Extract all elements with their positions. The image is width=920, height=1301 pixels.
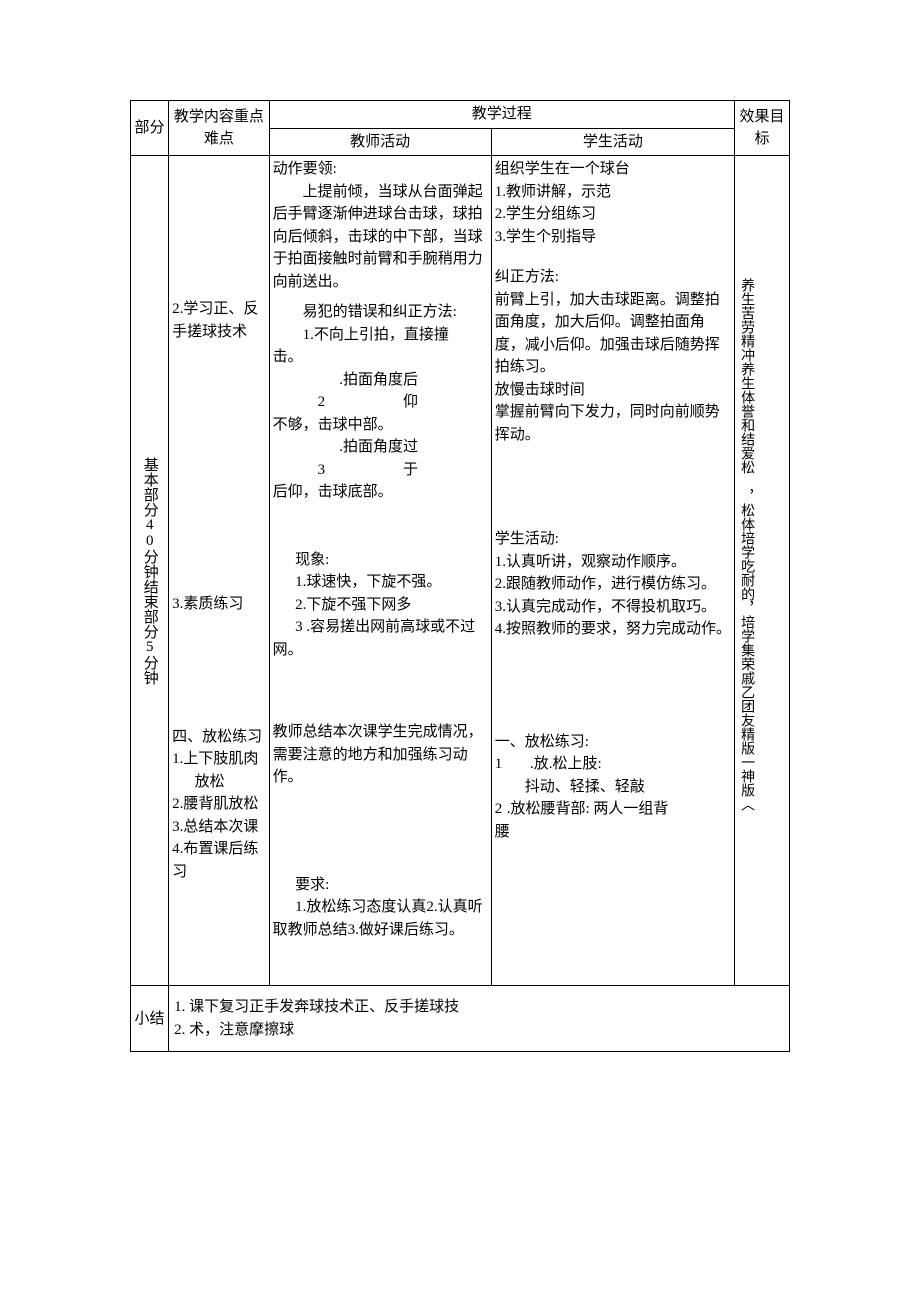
content-item-4-1: 1.上下肢肌肉 bbox=[172, 748, 265, 771]
sc-1n: 1 bbox=[495, 753, 507, 776]
sa-fix-body: 前臂上引，加大击球距离。调整拍面角度，加大后仰。调整拍面角度，减小后仰。加强击球… bbox=[495, 289, 731, 379]
lesson-plan-table: 部分 教学内容重点难点 教学过程 效果目标 教师活动 学生活动 基本部分40分钟… bbox=[130, 100, 790, 1052]
section-cell: 基本部分40分钟结束部分5分钟 bbox=[131, 156, 169, 986]
content-item-3: 3.素质练习 bbox=[172, 593, 265, 616]
body-row: 基本部分40分钟结束部分5分钟 2.学习正、反手搓球技术 3.素质练习 四、放松… bbox=[131, 156, 790, 986]
summary-content-cell: 1. 课下复习正手发奔球技术正、反手搓球技 2. 术，注意摩擦球 bbox=[169, 986, 790, 1052]
hdr-process: 教学过程 bbox=[269, 101, 734, 129]
sc-2n: 2 bbox=[495, 798, 507, 821]
hdr-teacher: 教师活动 bbox=[269, 128, 491, 156]
hdr-section: 部分 bbox=[131, 101, 169, 156]
ta-body1: 上提前倾，当球从台面弹起后手臂逐渐伸进球台击球，球拍向后倾斜，击球的中下部，当球… bbox=[273, 181, 488, 294]
content-item-4-1b: 放松 bbox=[172, 771, 265, 794]
sb-3: 3.认真完成动作，不得投机取巧。 bbox=[495, 596, 731, 619]
ta-title2: 易犯的错误和纠正方法: bbox=[273, 301, 488, 324]
content-item-4-2: 2.腰背肌放松 bbox=[172, 793, 265, 816]
summary-row: 小结 1. 课下复习正手发奔球技术正、反手搓球技 2. 术，注意摩擦球 bbox=[131, 986, 790, 1052]
sc-2: .放松腰背部: 两人一组背 bbox=[507, 798, 669, 821]
ta-err3b: 后仰，击球底部。 bbox=[273, 481, 488, 504]
summary-label-cell: 小结 bbox=[131, 986, 169, 1052]
content-item-4-title: 四、放松练习 bbox=[172, 726, 265, 749]
sa-org: 组织学生在一个球台 bbox=[495, 158, 731, 181]
summary-line-2: 2. 术，注意摩擦球 bbox=[174, 1019, 784, 1042]
sc-1: .放.松上肢: bbox=[507, 753, 602, 776]
sa-fix-slow: 放慢击球时间 bbox=[495, 379, 731, 402]
tb-title: 现象: bbox=[273, 549, 488, 572]
summary-label: 小结 bbox=[135, 1011, 165, 1027]
content-cell: 2.学习正、反手搓球技术 3.素质练习 四、放松练习 1.上下肢肌肉 放松 2.… bbox=[169, 156, 269, 986]
content-item-4-3: 3.总结本次课 bbox=[172, 816, 265, 839]
tb-2: 2.下旋不强下网多 bbox=[273, 594, 488, 617]
ta-err1b: 击。 bbox=[273, 346, 488, 369]
tc-body: 教师总结本次课学生完成情况，需要注意的地方和加强练习动作。 bbox=[273, 721, 488, 789]
content-item-2: 2.学习正、反手搓球技术 bbox=[172, 298, 265, 343]
section-label: 基本部分40分钟结束部分5分钟 bbox=[142, 457, 158, 685]
ta-err3n: 3 bbox=[295, 459, 313, 482]
summary-line-1: 1. 课下复习正手发奔球技术正、反手搓球技 bbox=[174, 996, 784, 1019]
hdr-content: 教学内容重点难点 bbox=[169, 101, 269, 156]
ta-title: 动作要领: bbox=[273, 158, 488, 181]
sa-1: 1.教师讲解，示范 bbox=[495, 181, 731, 204]
sa-2: 2.学生分组练习 bbox=[495, 203, 731, 226]
ta-err2n: 2 bbox=[295, 391, 313, 414]
effect-cell: 养生苦劳精冲养生体誉和结爱松 ，松体培学吃耐的，培学集荣戚乙团友精版一神版︿ bbox=[734, 156, 789, 986]
tb-3: 3 .容易搓出网前高球或不过网。 bbox=[273, 616, 488, 661]
sc-2b: 腰 bbox=[495, 821, 731, 844]
hdr-effect: 效果目标 bbox=[734, 101, 789, 156]
sa-3: 3.学生个别指导 bbox=[495, 226, 731, 249]
sa-fix-grip: 掌握前臂向下发力，同时向前顺势挥动。 bbox=[495, 401, 731, 446]
ta-err2: .拍面角度后仰 bbox=[313, 369, 418, 414]
header-row-1: 部分 教学内容重点难点 教学过程 效果目标 bbox=[131, 101, 790, 129]
student-cell: 组织学生在一个球台 1.教师讲解，示范 2.学生分组练习 3.学生个别指导 纠正… bbox=[491, 156, 734, 986]
hdr-student: 学生活动 bbox=[491, 128, 734, 156]
sa-fix-title: 纠正方法: bbox=[495, 266, 731, 289]
tb-1: 1.球速快，下旋不强。 bbox=[273, 571, 488, 594]
teacher-cell: 动作要领: 上提前倾，当球从台面弹起后手臂逐渐伸进球台击球，球拍向后倾斜，击球的… bbox=[269, 156, 491, 986]
ta-err2b: 不够，击球中部。 bbox=[273, 414, 488, 437]
sc-1b: 抖动、轻揉、轻敲 bbox=[495, 776, 731, 799]
sb-2: 2.跟随教师动作，进行模仿练习。 bbox=[495, 573, 731, 596]
sb-title: 学生活动: bbox=[495, 528, 731, 551]
sc-title: 一、放松练习: bbox=[495, 731, 731, 754]
td-title: 要求: bbox=[273, 874, 488, 897]
effect-text-2: ，松体培学吃耐的，培学集荣戚乙团友精版一神版︿ bbox=[739, 489, 754, 811]
content-item-4-4: 4.布置课后练习 bbox=[172, 838, 265, 883]
effect-text-1: 养生苦劳精冲养生体誉和结爱松 bbox=[739, 278, 754, 474]
ta-err3: .拍面角度过于 bbox=[313, 436, 418, 481]
td-body: 1.放松练习态度认真2.认真听取教师总结3.做好课后练习。 bbox=[273, 896, 488, 941]
sb-4: 4.按照教师的要求，努力完成动作。 bbox=[495, 618, 731, 641]
ta-err1: 1.不向上引拍，直接撞 bbox=[273, 324, 488, 347]
sb-1: 1.认真听讲，观察动作顺序。 bbox=[495, 551, 731, 574]
